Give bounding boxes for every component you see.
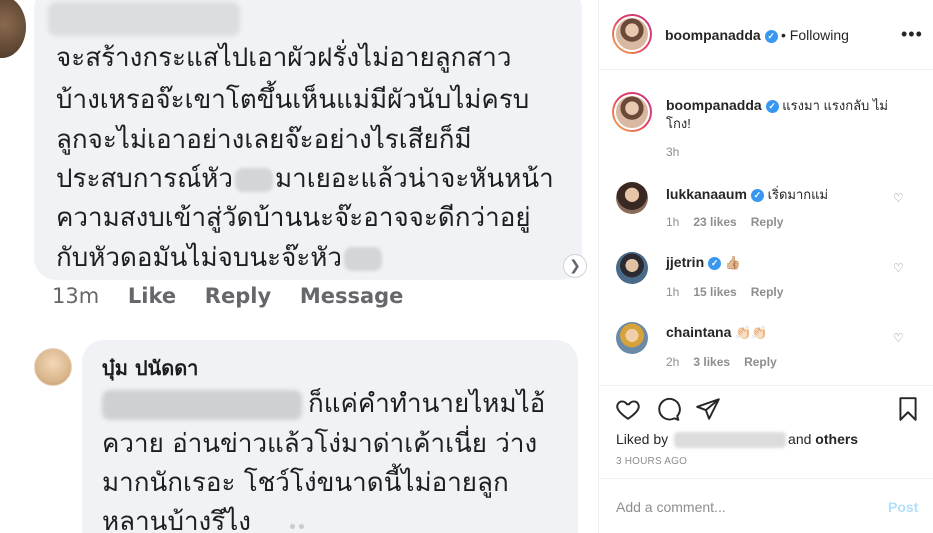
comment-text: เริ่ดมากแม่	[767, 187, 829, 202]
header-avatar[interactable]	[612, 14, 652, 54]
verified-badge-icon: ✓	[764, 30, 778, 43]
bookmark-icon[interactable]	[895, 396, 921, 422]
post-header: boompanadda ✓ • Following •••	[599, 0, 933, 70]
comment-time: 13m	[52, 284, 100, 308]
comment: lukkanaaum ✓ เริ่ดมากแม่	[666, 184, 828, 205]
share-icon[interactable]	[695, 396, 721, 422]
comment-text-segment: มาเยอะแล้วน่าจะหันหน้า	[274, 164, 554, 194]
comment-username[interactable]: jjetrin	[666, 254, 704, 270]
comment-text-segment: ประสบการณ์หัว	[56, 164, 233, 194]
comment-time: 1h	[666, 215, 680, 229]
comment-text-line: ความสงบเข้าสู่วัดบ้านนะจ๊ะอาจจะดีกว่าอยู…	[56, 203, 531, 233]
commenter-avatar[interactable]	[616, 252, 648, 284]
reply-author-avatar[interactable]	[34, 348, 72, 386]
comment-meta: 2h 3 likes Reply	[666, 355, 777, 369]
message-link[interactable]: Message	[300, 284, 404, 308]
comment-icon[interactable]	[655, 396, 681, 422]
comment-likes[interactable]: 15 likes	[693, 285, 736, 299]
heart-outline-icon[interactable]: ♡	[893, 331, 904, 345]
post-button[interactable]: Post	[888, 499, 918, 515]
comment-likes[interactable]: 23 likes	[693, 215, 736, 229]
caption: boompanadda ✓ แรงมา แรงกลับ ไม่โกง!	[666, 96, 906, 133]
commenter-avatar[interactable]	[0, 0, 26, 58]
comment-time: 2h	[666, 355, 680, 369]
comment-text-line: บ้างเหรอจ๊ะเขาโตขึ้นเห็นแม่มีผัวนับไม่คร…	[56, 85, 530, 115]
commenter-avatar[interactable]	[616, 322, 648, 354]
separator-dot: •	[781, 27, 786, 43]
caption-username[interactable]: boompanadda	[666, 97, 762, 113]
heart-icon[interactable]	[615, 396, 641, 422]
liked-by: Liked by and others	[616, 431, 858, 449]
post-timestamp[interactable]: 3 HOURS AGO	[616, 456, 687, 467]
comment-reply-button[interactable]: Reply	[744, 355, 777, 369]
comment-text-line: จะสร้างกระแสไปเอาผัวฝรั่งไม่อายลูกสาว	[56, 43, 512, 73]
pager-dots	[290, 514, 308, 533]
add-comment-bar: Add a comment... Post	[599, 478, 933, 533]
heart-outline-icon[interactable]: ♡	[893, 191, 904, 205]
liked-by-and: and	[788, 431, 812, 447]
blurred-mention	[102, 389, 302, 420]
following-button[interactable]: Following	[790, 27, 849, 43]
blurred-commenter-name	[48, 2, 240, 36]
verified-badge-icon: ✓	[750, 189, 764, 202]
comment-text-line: ประสบการณ์หัว มาเยอะแล้วน่าจะหันหน้า	[56, 159, 554, 199]
comment-text-line: ลูกจะไม่เอาอย่างเลยจ๊ะอย่างไรเสียก็มี	[56, 125, 472, 155]
comment-input[interactable]: Add a comment...	[616, 499, 726, 515]
comment-meta: 1h 23 likes Reply	[666, 215, 783, 229]
comment: chaintana 👏🏻👏🏻	[666, 324, 767, 341]
comment-text-segment: กับหัวดอมันไม่จบนะจ๊ะหัว	[56, 243, 343, 273]
heart-outline-icon[interactable]: ♡	[893, 261, 904, 275]
reply-author-name[interactable]: บุ๋ม ปนัดดา	[102, 352, 198, 384]
verified-badge-icon: ✓	[708, 257, 722, 270]
blurred-username	[674, 432, 787, 449]
comment-time: 1h	[666, 285, 680, 299]
comment-meta: 1h 15 likes Reply	[666, 285, 783, 299]
blurred-word	[234, 167, 273, 192]
comment-reply-button[interactable]: Reply	[751, 215, 784, 229]
comment-actions: 13m Like Reply Message	[52, 284, 425, 308]
reply-link[interactable]: Reply	[205, 284, 271, 308]
username-text[interactable]: boompanadda	[665, 27, 761, 43]
comment-reply-button[interactable]: Reply	[751, 285, 784, 299]
reply-text-line: ควาย อ่านข่าวแล้วโง่มาด่าเค้าเนี่ย ว่าง	[102, 429, 538, 459]
chevron-right-icon[interactable]: ❯	[563, 254, 587, 278]
facebook-comments-screenshot: จะสร้างกระแสไปเอาผัวฝรั่งไม่อายลูกสาว บ้…	[0, 0, 598, 533]
comment-likes[interactable]: 3 likes	[693, 355, 730, 369]
liked-by-others[interactable]: others	[815, 431, 858, 447]
blurred-word	[344, 246, 383, 271]
like-link[interactable]: Like	[128, 284, 176, 308]
comment: jjetrin ✓ 👍🏼	[666, 254, 741, 271]
header-username[interactable]: boompanadda ✓	[665, 27, 778, 43]
reply-text-segment: ก็แค่คำทำนายไหมไอ้	[308, 389, 546, 419]
commenter-avatar[interactable]	[616, 182, 648, 214]
comment-text: 👏🏻👏🏻	[734, 325, 768, 340]
caption-time: 3h	[666, 145, 680, 159]
reply-text-line: ก็แค่คำทำนายไหมไอ้	[102, 384, 545, 424]
more-horizontal-icon[interactable]: •••	[901, 24, 923, 45]
comment-username[interactable]: lukkanaaum	[666, 186, 747, 202]
verified-badge-icon: ✓	[765, 100, 779, 113]
reply-text-line: มากนักเรอะ โชว์โง่ขนาดนี้ไม่อายลูก	[102, 468, 509, 498]
comment-text: 👍🏼	[724, 255, 741, 270]
follow-status[interactable]: • Following	[781, 27, 849, 43]
liked-by-label: Liked by	[616, 431, 669, 447]
comment-username[interactable]: chaintana	[666, 324, 731, 340]
reply-text-line: หลานบ้างรึไง	[102, 507, 251, 533]
instagram-panel: boompanadda ✓ • Following ••• boompanadda…	[598, 0, 933, 533]
caption-avatar[interactable]	[612, 92, 652, 132]
comment-text-line: กับหัวดอมันไม่จบนะจ๊ะหัว	[56, 238, 384, 278]
